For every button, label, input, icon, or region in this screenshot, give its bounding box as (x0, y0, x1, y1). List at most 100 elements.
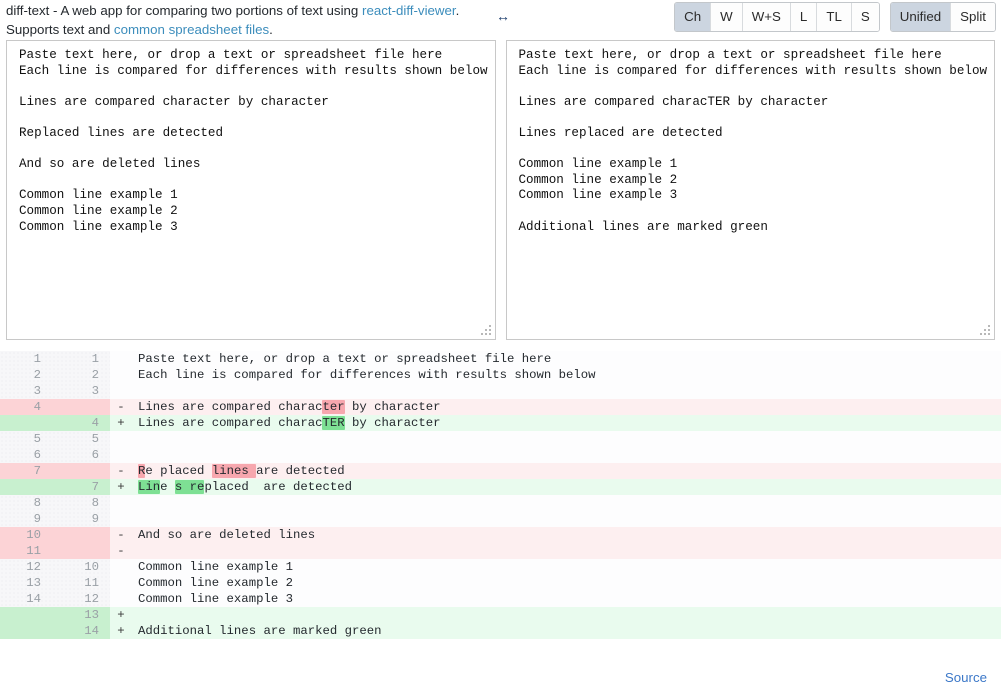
diff-change-marker (110, 591, 132, 607)
diff-line-number-left: 14 (0, 591, 52, 607)
diff-change-marker: - (110, 463, 132, 479)
diff-line-number-right: 11 (52, 575, 110, 591)
diff-line-content (132, 607, 1001, 623)
toolbar: Ch W W+S L TL S Unified Split (674, 2, 996, 32)
diff-row: 88 (0, 495, 1001, 511)
diff-row: 13 + (0, 607, 1001, 623)
diff-line-content: Common line example 1 (132, 559, 1001, 575)
diff-line-content: Re placed lines are detected (132, 463, 1001, 479)
diff-word-plain: And so are deleted lines (138, 528, 316, 542)
diff-word-plain: Each line is compared for differences wi… (138, 368, 596, 382)
swap-horizontal-icon[interactable]: ↔ (492, 6, 514, 26)
diff-line-number-right: 10 (52, 559, 110, 575)
view-mode-button-unified[interactable]: Unified (890, 3, 952, 31)
diff-word-removed: ter (322, 400, 345, 414)
diff-change-marker: + (110, 623, 132, 639)
intro-text-prefix: diff-text - A web app for comparing two … (6, 3, 363, 18)
compare-mode-button-tl[interactable]: TL (817, 3, 852, 31)
diff-word-plain: Lines are compared charac (138, 400, 323, 414)
diff-line-number-left (0, 479, 52, 495)
diff-line-content (132, 431, 1001, 447)
diff-row: 14 + Additional lines are marked green (0, 623, 1001, 639)
diff-line-number-left: 8 (0, 495, 52, 511)
diff-word-added: s re (174, 480, 205, 494)
diff-word-plain: placed are detected (204, 480, 353, 494)
view-mode-button-split[interactable]: Split (951, 3, 995, 31)
diff-line-content: Paste text here, or drop a text or sprea… (132, 351, 1001, 367)
diff-row: 4 + Lines are compared characTER by charac… (0, 415, 1001, 431)
diff-line-number-left: 3 (0, 383, 52, 399)
compare-mode-button-l[interactable]: L (790, 3, 818, 31)
diff-line-number-left: 9 (0, 511, 52, 527)
diff-change-marker: + (110, 415, 132, 431)
diff-line-content: Common line example 3 (132, 591, 1001, 607)
diff-line-number-right: 7 (52, 479, 110, 495)
diff-change-marker (110, 511, 132, 527)
compare-mode-button-s[interactable]: S (851, 3, 879, 31)
diff-row: 14 12 Common line example 3 (0, 591, 1001, 607)
page-header: diff-text - A web app for comparing two … (0, 0, 1001, 40)
right-text-input[interactable] (505, 40, 995, 340)
diff-word-added: TER (322, 416, 345, 430)
diff-word-plain: Common line example 2 (138, 576, 293, 590)
diff-change-marker: + (110, 607, 132, 623)
diff-line-number-right (52, 527, 110, 543)
diff-word-plain: Lines are compared charac (138, 416, 323, 430)
diff-change-marker: - (110, 399, 132, 415)
diff-line-number-left: 1 (0, 351, 52, 367)
diff-line-content (132, 447, 1001, 463)
compare-mode-button-ch[interactable]: Ch (675, 3, 712, 31)
left-editor-panel (6, 40, 496, 340)
diff-row: 12 10 Common line example 1 (0, 559, 1001, 575)
diff-word-plain: e placed (145, 464, 212, 478)
diff-line-content: Additional lines are marked green (132, 623, 1001, 639)
left-text-input[interactable] (6, 40, 496, 340)
diff-line-content (132, 383, 1001, 399)
diff-row: 66 (0, 447, 1001, 463)
compare-mode-button-wpluss[interactable]: W+S (742, 3, 791, 31)
diff-row: 99 (0, 511, 1001, 527)
diff-word-plain: are detected (256, 464, 345, 478)
diff-line-number-left: 4 (0, 399, 52, 415)
diff-change-marker (110, 351, 132, 367)
diff-line-number-right: 13 (52, 607, 110, 623)
diff-line-number-right: 6 (52, 447, 110, 463)
diff-word-plain: Common line example 3 (138, 592, 293, 606)
diff-change-marker (110, 367, 132, 383)
diff-line-number-right: 5 (52, 431, 110, 447)
diff-row: 55 (0, 431, 1001, 447)
diff-line-number-left (0, 623, 52, 639)
diff-word-plain: by character (344, 400, 441, 414)
diff-line-number-left: 7 (0, 463, 52, 479)
diff-word-plain: by character (344, 416, 441, 430)
diff-change-marker (110, 559, 132, 575)
diff-row: 7 + Line s replaced are detected (0, 479, 1001, 495)
diff-word-plain: e (160, 480, 175, 494)
diff-line-number-right (52, 399, 110, 415)
diff-line-number-right: 2 (52, 367, 110, 383)
react-diff-viewer-link[interactable]: react-diff-viewer (362, 3, 456, 18)
diff-line-number-right (52, 543, 110, 559)
diff-word-plain: Paste text here, or drop a text or sprea… (138, 352, 552, 366)
diff-change-marker (110, 495, 132, 511)
compare-mode-button-group: Ch W W+S L TL S (674, 2, 880, 32)
diff-line-number-left: 10 (0, 527, 52, 543)
diff-line-number-right (52, 463, 110, 479)
diff-line-number-right: 8 (52, 495, 110, 511)
intro-text-suffix: . (269, 22, 273, 37)
diff-row: 13 11 Common line example 2 (0, 575, 1001, 591)
diff-row: 11 - (0, 543, 1001, 559)
diff-line-number-left: 6 (0, 447, 52, 463)
common-spreadsheet-files-link[interactable]: common spreadsheet files (114, 22, 269, 37)
compare-mode-button-w[interactable]: W (711, 3, 743, 31)
diff-line-number-left: 12 (0, 559, 52, 575)
diff-line-number-right: 12 (52, 591, 110, 607)
diff-change-marker: - (110, 543, 132, 559)
right-editor-panel (505, 40, 995, 340)
diff-viewer: 1 1 Paste text here, or drop a text or spr… (0, 351, 1001, 639)
diff-row: 4 - Lines are compared character by charac… (0, 399, 1001, 415)
diff-change-marker: - (110, 527, 132, 543)
diff-line-number-left (0, 607, 52, 623)
source-link[interactable]: Source (945, 670, 987, 685)
diff-line-content (132, 543, 1001, 559)
